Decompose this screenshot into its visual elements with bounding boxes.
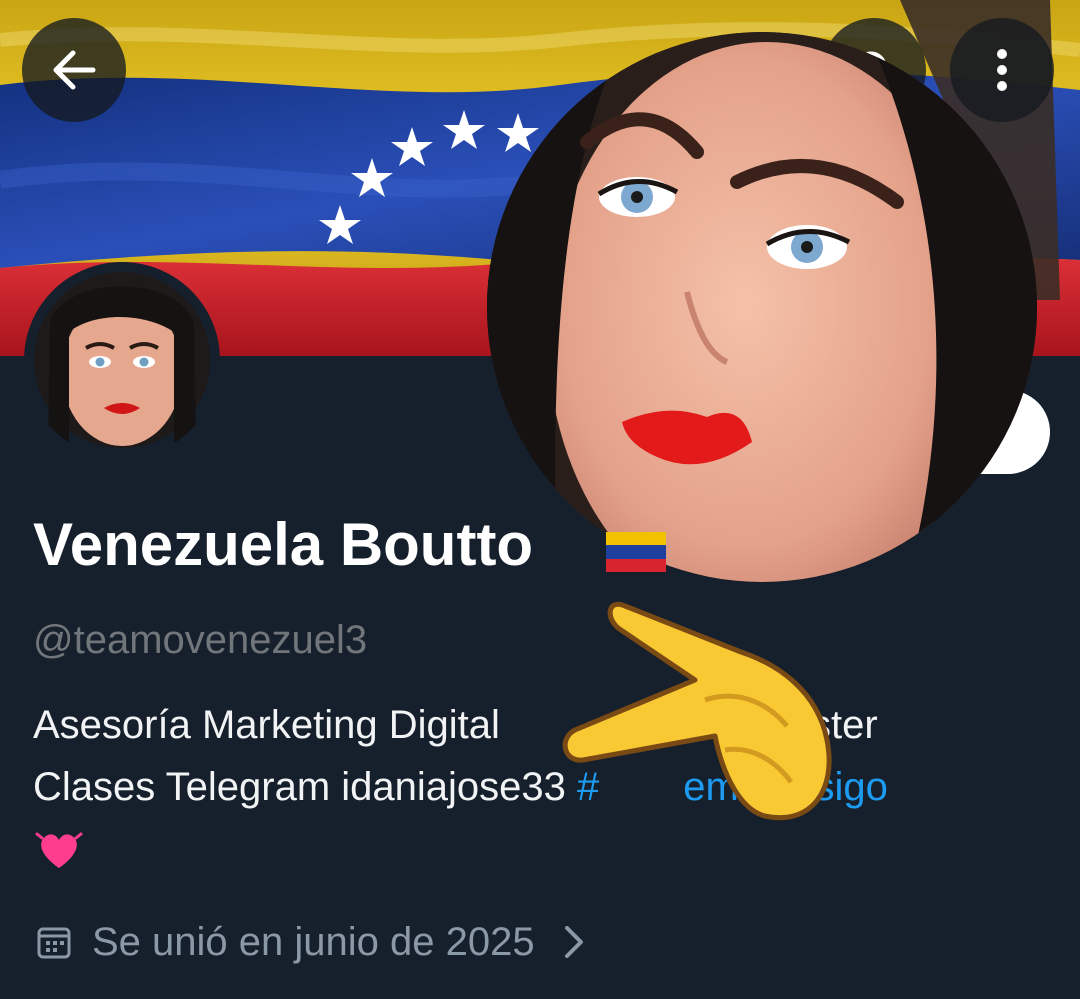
joined-date: Se unió en junio de 2025 [92, 919, 535, 964]
pink-heart-emoji [35, 832, 83, 868]
joined-date-row[interactable]: Se unió en junio de 2025 [36, 912, 585, 972]
zoomed-avatar-overlay [487, 32, 1037, 582]
bio-text: Clases Telegram idaniajose33 [33, 765, 578, 809]
arrow-left-icon [53, 50, 96, 90]
more-vertical-icon [997, 49, 1007, 91]
pointing-hand-emoji [562, 601, 832, 821]
enlarged-profile-photo [487, 32, 1037, 582]
more-options-button[interactable] [950, 18, 1054, 122]
bio-text: Asesoría Marketing Digital [33, 703, 500, 747]
chevron-right-icon [564, 926, 583, 958]
venezuela-flag-emoji [606, 532, 666, 572]
avatar-photo [34, 272, 210, 448]
user-handle: @teamovenezuel3 [33, 618, 368, 662]
display-name: Venezuela Boutto [33, 511, 534, 578]
profile-avatar[interactable] [24, 262, 220, 458]
calendar-icon [37, 927, 71, 959]
back-button[interactable] [22, 18, 126, 122]
